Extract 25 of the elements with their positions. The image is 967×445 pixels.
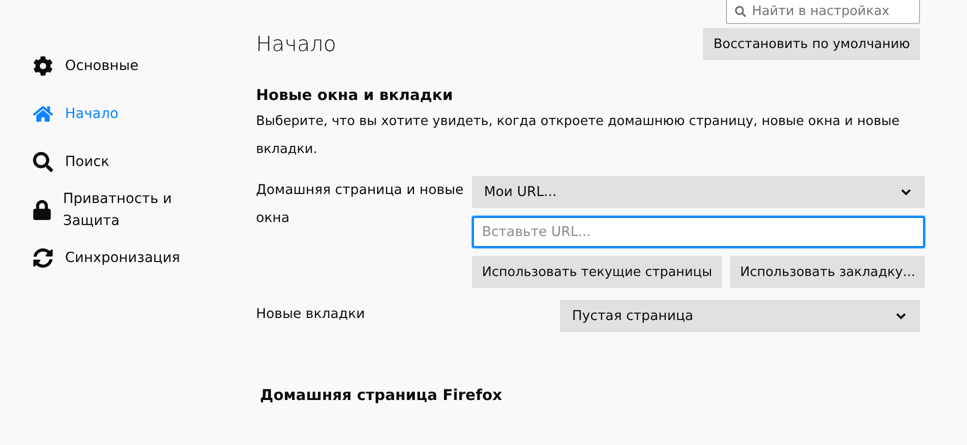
- chevron-down-icon: [901, 188, 912, 196]
- search-field[interactable]: Найти в настройках: [726, 0, 920, 24]
- homepage-button[interactable]: Использовать текущие страницы: [472, 256, 722, 288]
- section-title: Новые окна и вкладки: [256, 86, 454, 104]
- lock-icon: [32, 200, 52, 220]
- search-icon: [32, 152, 54, 172]
- restore-defaults-button[interactable]: Восстановить по умолчанию: [703, 28, 920, 60]
- chevron-down-icon: [896, 312, 906, 320]
- page-title: Начало: [256, 32, 336, 56]
- home-icon: [32, 104, 54, 124]
- gear-icon: [32, 56, 54, 76]
- sidebar-item[interactable]: Приватность и Защита: [32, 188, 192, 232]
- sidebar-item[interactable]: Основные: [32, 44, 192, 88]
- url-input-field[interactable]: Вставьте URL...: [472, 216, 926, 248]
- homepage-label: Домашняя страница и новые окна: [256, 181, 465, 228]
- homepage-select[interactable]: Мои URL...: [472, 176, 926, 208]
- section-description: Выберите, что вы хотите увидеть, когда откроете домашнюю страницу, новые окна и новые вкладки.: [256, 113, 900, 159]
- new-tabs-label: Новые вкладки: [256, 305, 366, 324]
- new-tabs-select[interactable]: Пустая страница: [560, 300, 920, 332]
- homepage-button[interactable]: Использовать закладку...: [730, 256, 926, 288]
- sidebar-item[interactable]: Синхронизация: [32, 236, 192, 280]
- section-title: Домашняя страница Firefox: [260, 386, 504, 404]
- sidebar-item[interactable]: Поиск: [32, 140, 192, 184]
- search-icon: [735, 6, 746, 16]
- sync-icon: [32, 248, 54, 268]
